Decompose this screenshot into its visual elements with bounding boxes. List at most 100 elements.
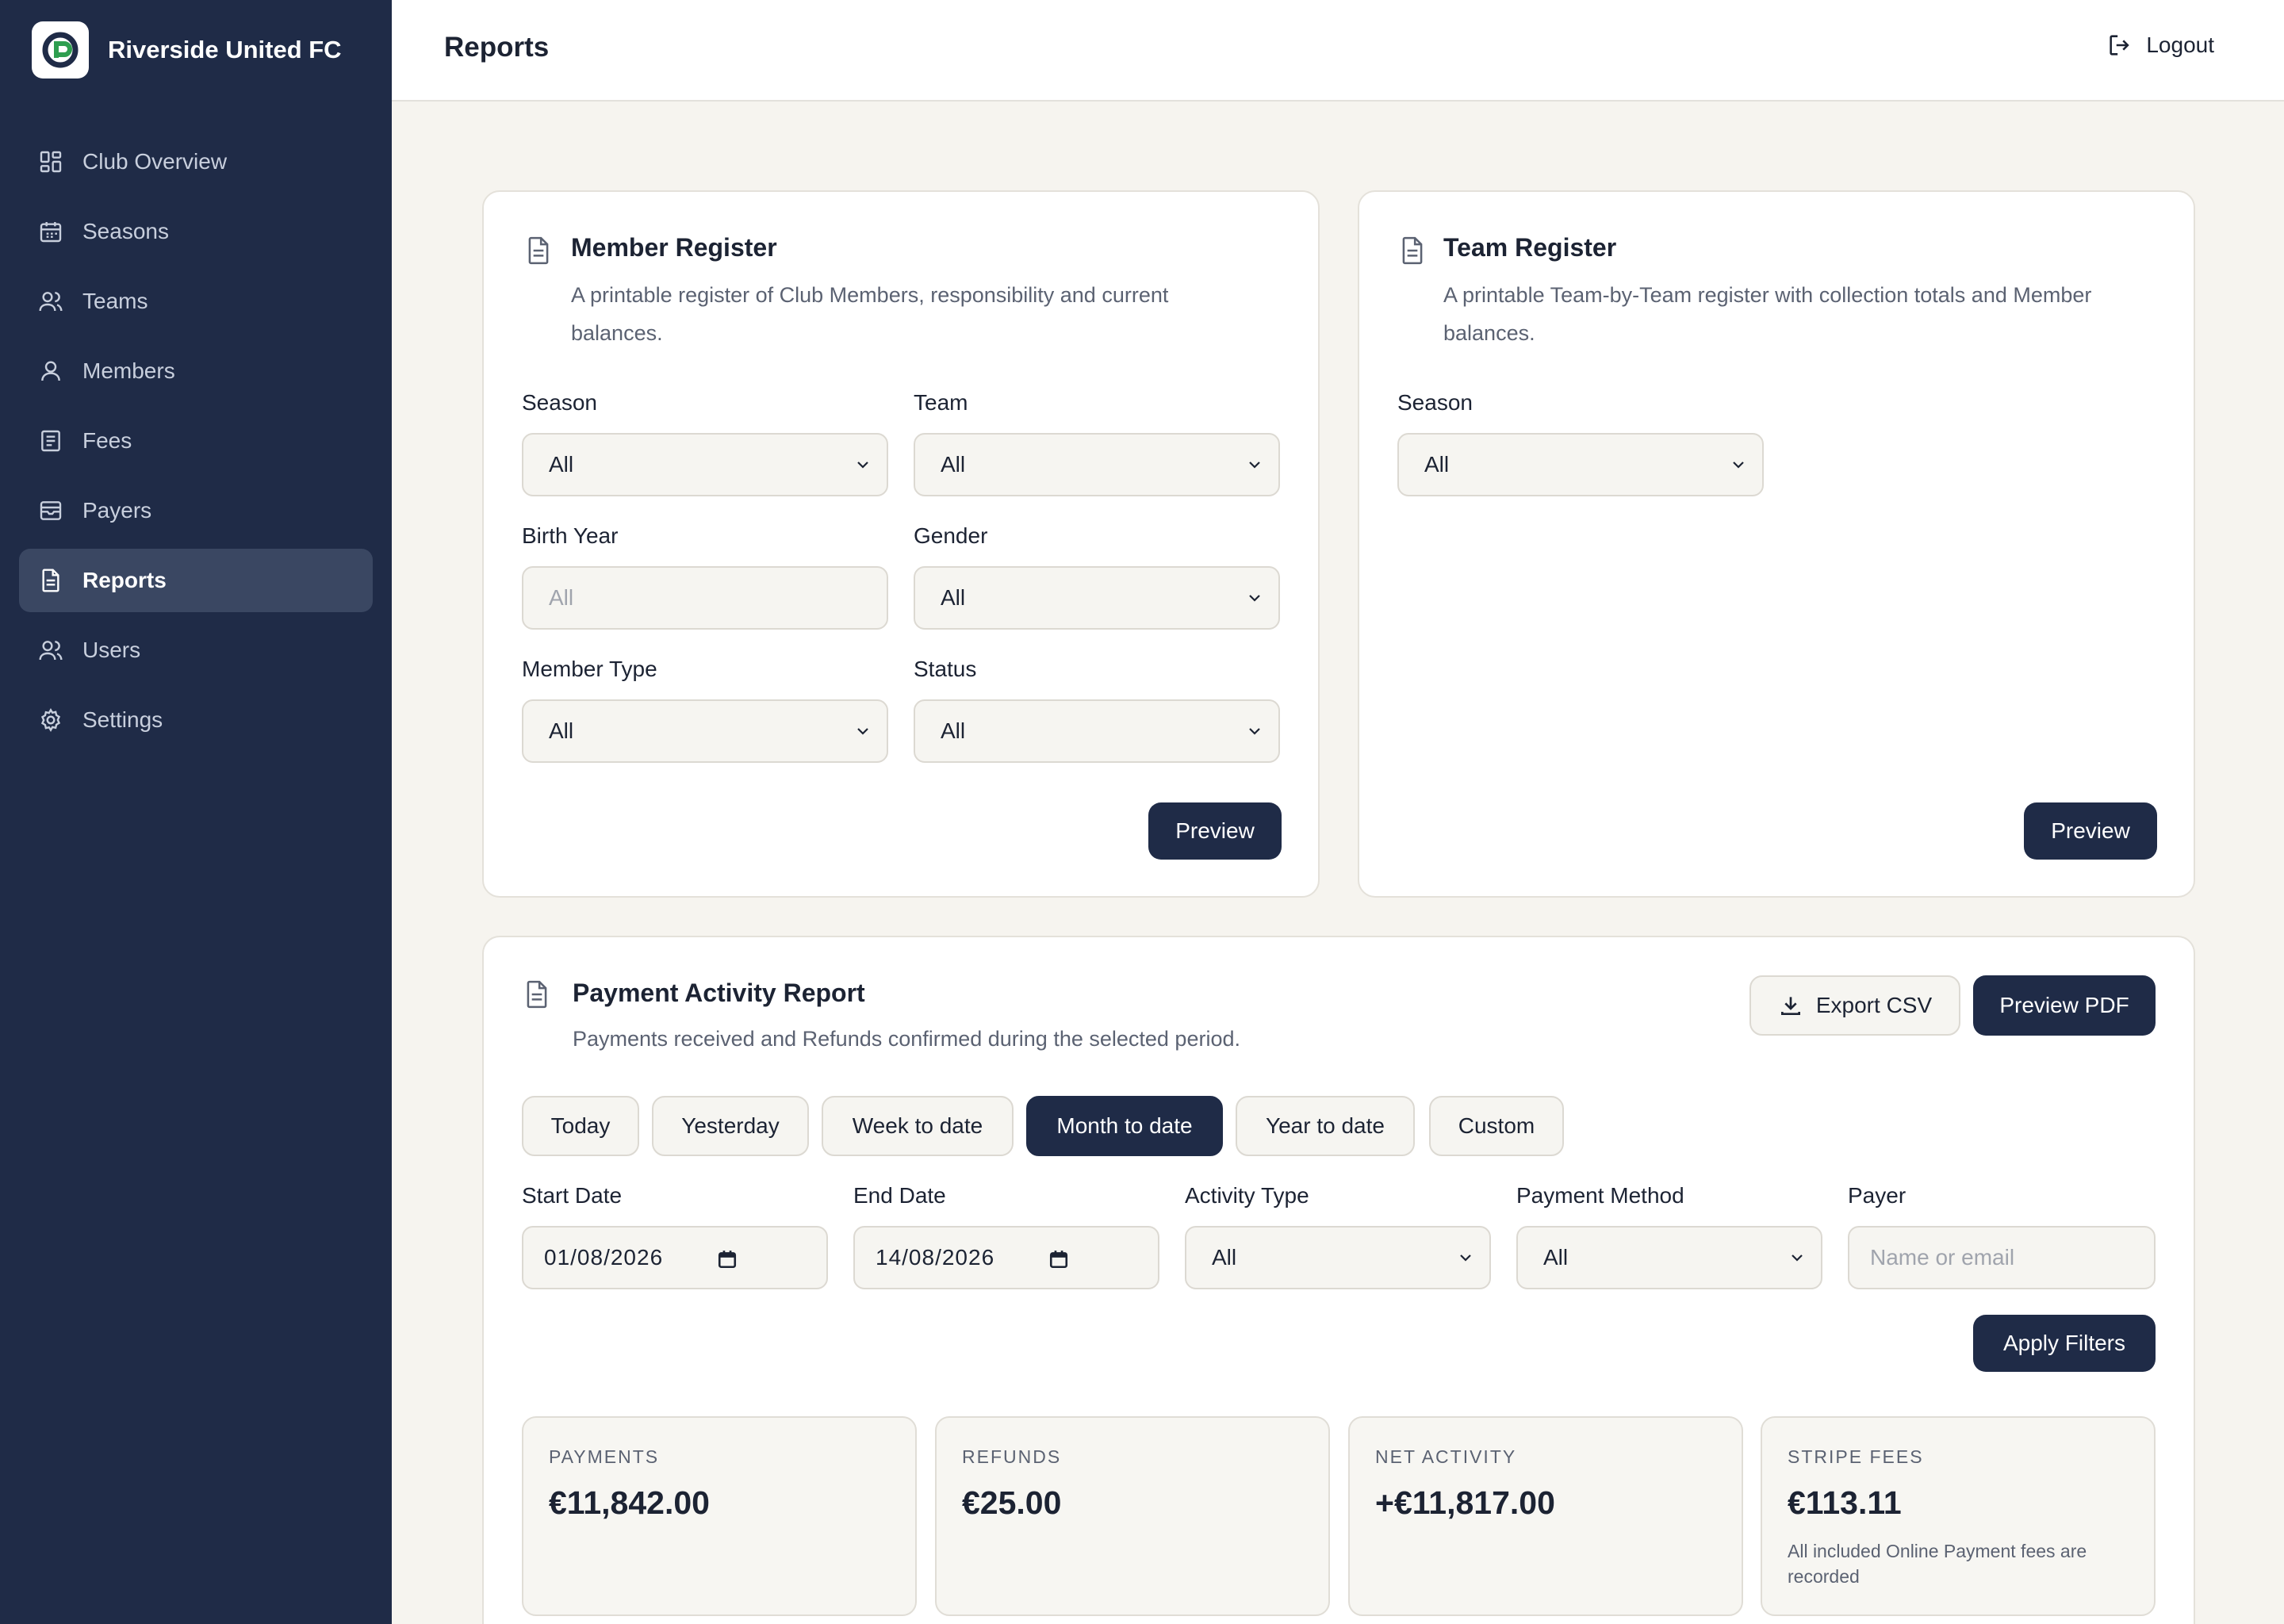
chevron-down-icon (1733, 462, 1744, 469)
status-label: Status (914, 657, 977, 681)
member-type-label: Member Type (522, 657, 657, 681)
member-type-value: All (549, 718, 574, 743)
stat-card-stripe-fees: STRIPE FEES €113.11 All included Online … (1761, 1416, 2156, 1616)
preview-pdf-button[interactable]: Preview PDF (1973, 975, 2156, 1036)
end-date-value: 14/08/2026 (876, 1245, 995, 1270)
activity-type-select[interactable]: All (1185, 1226, 1491, 1289)
birth-year-placeholder: All (549, 585, 574, 610)
sidebar-item-label: Teams (82, 289, 148, 313)
season-select[interactable]: All (522, 433, 888, 496)
document-icon (528, 236, 549, 265)
logout-label: Logout (2146, 33, 2214, 57)
payment-method-value: All (1543, 1245, 1569, 1270)
stat-label: NET ACTIVITY (1375, 1446, 1517, 1467)
stat-card-net-activity: NET ACTIVITY +€11,817.00 (1348, 1416, 1743, 1616)
card-description: Payments received and Refunds confirmed … (573, 1027, 1240, 1051)
sidebar-nav: Club Overview Seasons Teams Members Fees… (19, 130, 373, 758)
member-register-card: Member Register A printable register of … (482, 190, 1320, 898)
chevron-down-icon (857, 728, 868, 735)
birth-year-input[interactable]: All (522, 566, 888, 630)
member-type-select[interactable]: All (522, 699, 888, 763)
sidebar-item-label: Seasons (82, 219, 169, 243)
range-month-to-date-button[interactable]: Month to date (1026, 1096, 1223, 1156)
team-register-preview-button[interactable]: Preview (2024, 802, 2157, 860)
stat-label: STRIPE FEES (1788, 1446, 1924, 1467)
grid-icon (40, 151, 62, 173)
payer-placeholder: Name or email (1870, 1245, 2015, 1270)
logout-icon (2110, 35, 2130, 56)
activity-type-value: All (1212, 1245, 1237, 1270)
range-week-to-date-button[interactable]: Week to date (822, 1096, 1014, 1156)
sidebar-item-label: Settings (82, 707, 163, 732)
stat-note: All included Online Payment fees are rec… (1788, 1541, 2087, 1587)
club-logo (32, 21, 89, 79)
chevron-down-icon (1249, 595, 1260, 602)
range-custom-button[interactable]: Custom (1429, 1096, 1564, 1156)
sidebar-item-settings[interactable]: Settings (19, 688, 373, 752)
users-icon (39, 292, 63, 312)
chevron-down-icon (1460, 1254, 1471, 1262)
card-description: A printable Team-by-Team register with c… (1443, 283, 2092, 345)
logout-button[interactable]: Logout (2106, 32, 2214, 59)
calendar-icon (40, 222, 62, 243)
payment-method-label: Payment Method (1516, 1183, 1684, 1208)
sidebar-item-users[interactable]: Users (19, 619, 373, 682)
sidebar-item-label: Users (82, 638, 141, 662)
status-value: All (941, 718, 966, 743)
range-yesterday-button[interactable]: Yesterday (652, 1096, 809, 1156)
gender-value: All (941, 585, 966, 610)
stat-card-payments: PAYMENTS €11,842.00 (522, 1416, 917, 1616)
start-date-input[interactable]: 01/08/2026 (522, 1226, 828, 1289)
export-csv-label: Export CSV (1815, 993, 1933, 1017)
sidebar-item-label: Reports (82, 568, 167, 592)
range-today-button[interactable]: Today (522, 1096, 639, 1156)
member-register-preview-button[interactable]: Preview (1148, 802, 1282, 860)
end-date-label: End Date (853, 1183, 946, 1208)
document-icon (1402, 236, 1423, 265)
end-date-input[interactable]: 14/08/2026 (853, 1226, 1159, 1289)
document-icon (42, 569, 59, 592)
sidebar-item-teams[interactable]: Teams (19, 270, 373, 333)
payer-label: Payer (1848, 1183, 1907, 1208)
page-title: Reports (444, 32, 550, 63)
sidebar-item-payers[interactable]: Payers (19, 479, 373, 542)
payment-method-select[interactable]: All (1516, 1226, 1822, 1289)
payer-input[interactable]: Name or email (1848, 1226, 2156, 1289)
range-year-to-date-button[interactable]: Year to date (1236, 1096, 1415, 1156)
start-date-label: Start Date (522, 1183, 623, 1208)
sidebar-item-label: Members (82, 358, 175, 383)
status-select[interactable]: All (914, 699, 1280, 763)
birth-year-label: Birth Year (522, 523, 619, 548)
user-icon (41, 361, 60, 381)
team-value: All (941, 452, 966, 477)
stat-value: €11,842.00 (549, 1484, 710, 1521)
export-csv-button[interactable]: Export CSV (1749, 975, 1960, 1036)
sidebar-item-fees[interactable]: Fees (19, 409, 373, 473)
season-value: All (1424, 452, 1450, 477)
season-value: All (549, 452, 574, 477)
gear-icon (40, 707, 61, 733)
team-select[interactable]: All (914, 433, 1280, 496)
team-label: Team (914, 390, 968, 415)
brand[interactable]: Riverside United FC (32, 21, 342, 79)
apply-filters-button[interactable]: Apply Filters (1973, 1315, 2156, 1372)
season-label: Season (522, 390, 597, 415)
gender-select[interactable]: All (914, 566, 1280, 630)
card-title: Team Register (1443, 233, 1617, 262)
start-date-value: 01/08/2026 (544, 1245, 664, 1270)
sidebar-item-club-overview[interactable]: Club Overview (19, 130, 373, 193)
activity-type-label: Activity Type (1185, 1183, 1309, 1208)
receipt-icon (41, 430, 60, 452)
calendar-icon (718, 1251, 737, 1269)
stat-label: PAYMENTS (549, 1446, 660, 1467)
card-title: Payment Activity Report (573, 979, 865, 1007)
sidebar-item-reports[interactable]: Reports (19, 549, 373, 612)
season-select[interactable]: All (1397, 433, 1764, 496)
club-name: Riverside United FC (108, 36, 342, 63)
card-title: Member Register (571, 233, 777, 262)
calendar-icon (1049, 1251, 1068, 1269)
wallet-icon (40, 501, 62, 520)
sidebar-item-seasons[interactable]: Seasons (19, 200, 373, 263)
sidebar-item-label: Club Overview (82, 149, 228, 174)
sidebar-item-members[interactable]: Members (19, 339, 373, 403)
